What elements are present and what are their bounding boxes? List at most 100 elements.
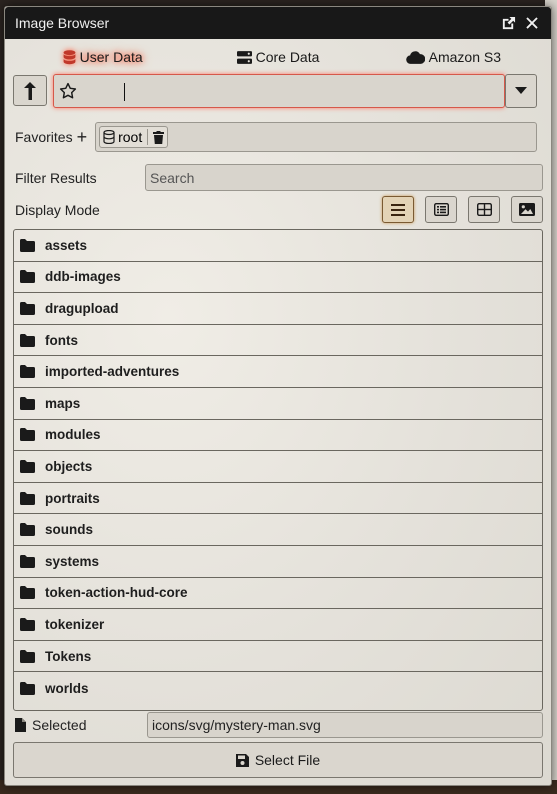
folder-icon	[20, 491, 36, 505]
window-titlebar[interactable]: Image Browser	[5, 7, 551, 39]
file-name: fonts	[45, 332, 78, 348]
folder-icon	[20, 396, 36, 410]
selected-label: Selected	[32, 717, 87, 733]
path-input[interactable]	[78, 76, 504, 106]
tab-core-data[interactable]: Core Data	[190, 49, 365, 65]
list-item[interactable]: systems	[14, 546, 542, 578]
folder-icon	[20, 270, 36, 284]
file-name: Tokens	[45, 648, 92, 664]
tiles-mode-button[interactable]	[468, 196, 500, 223]
file-name: ddb-images	[45, 269, 121, 285]
selected-file-input[interactable]	[147, 712, 543, 738]
path-field-wrapper	[53, 74, 505, 108]
list-item[interactable]: dragupload	[14, 293, 542, 325]
file-name: token-action-hud-core	[45, 585, 188, 601]
table-list-icon	[433, 203, 449, 216]
list-item[interactable]: tokenizer	[14, 609, 542, 641]
folder-icon	[20, 459, 36, 473]
display-mode-row: Display Mode	[15, 196, 543, 223]
file-icon	[15, 718, 26, 732]
cloud-icon	[405, 50, 425, 64]
folder-icon	[20, 586, 36, 600]
filter-row: Filter Results	[15, 164, 543, 191]
favorite-label: root	[118, 129, 143, 145]
folder-icon	[20, 365, 36, 379]
trash-icon[interactable]	[153, 130, 165, 144]
list-item[interactable]: Tokens	[14, 641, 542, 673]
database-icon	[63, 49, 76, 64]
file-list: assets ddb-images dragupload fonts imported-…	[13, 229, 543, 711]
images-mode-button[interactable]	[511, 196, 543, 223]
source-tabs: User Data Core Data Amazon S3	[5, 39, 551, 75]
folder-icon	[20, 681, 36, 695]
star-icon[interactable]	[58, 81, 78, 101]
filter-label: Filter Results	[15, 169, 97, 186]
list-item[interactable]: imported-adventures	[14, 356, 542, 388]
tab-label: Amazon S3	[428, 49, 501, 65]
select-file-label: Select File	[254, 752, 321, 768]
file-name: sounds	[45, 522, 94, 538]
select-file-button[interactable]: Select File	[13, 742, 543, 778]
popout-icon[interactable]	[497, 13, 519, 33]
tab-label: User Data	[79, 49, 143, 65]
search-input[interactable]	[145, 164, 543, 191]
database-icon	[103, 130, 115, 144]
folder-icon	[20, 649, 36, 663]
tab-user-data[interactable]: User Data	[15, 49, 190, 65]
favorite-item[interactable]: root	[99, 126, 169, 148]
folder-icon	[20, 523, 36, 537]
file-name: tokenizer	[45, 616, 105, 632]
folder-icon	[20, 333, 36, 347]
file-name: assets	[45, 237, 88, 253]
list-item[interactable]: maps	[14, 388, 542, 420]
grid-icon	[476, 203, 492, 216]
go-up-button[interactable]	[13, 75, 47, 106]
path-row	[13, 74, 537, 108]
text-cursor	[124, 83, 125, 101]
display-mode-label: Display Mode	[15, 201, 100, 218]
file-name: objects	[45, 458, 93, 474]
folder-icon	[20, 554, 36, 568]
file-name: portraits	[45, 490, 100, 506]
favorites-label: Favorites	[15, 129, 73, 145]
list-thumb-mode-button[interactable]	[425, 196, 457, 223]
folder-icon	[20, 428, 36, 442]
image-browser-window: Image Browser User Data Core Data Amazon…	[4, 6, 552, 786]
file-name: systems	[45, 553, 100, 569]
caret-down-icon	[515, 87, 527, 94]
list-item[interactable]: assets	[14, 230, 542, 262]
window-title: Image Browser	[15, 15, 110, 31]
bars-icon	[391, 203, 405, 216]
level-up-icon	[24, 81, 36, 100]
folder-icon	[20, 238, 36, 252]
display-mode-buttons	[382, 196, 543, 223]
selected-row: Selected	[15, 712, 543, 738]
selected-label-wrapper: Selected	[15, 717, 147, 733]
server-icon	[236, 50, 252, 64]
list-item[interactable]: fonts	[14, 325, 542, 357]
close-icon[interactable]	[521, 13, 543, 33]
image-icon	[519, 203, 535, 216]
favorites-row: Favorites + root	[15, 121, 537, 153]
list-item[interactable]: modules	[14, 420, 542, 452]
list-item[interactable]: token-action-hud-core	[14, 578, 542, 610]
path-dropdown-button[interactable]	[505, 74, 537, 108]
file-name: dragupload	[45, 300, 119, 316]
folder-icon	[20, 301, 36, 315]
list-item[interactable]: ddb-images	[14, 262, 542, 294]
list-item[interactable]: worlds	[14, 672, 542, 704]
tab-amazon-s3[interactable]: Amazon S3	[366, 49, 541, 65]
tab-label: Core Data	[255, 49, 320, 65]
file-name: maps	[45, 395, 81, 411]
add-favorite-icon[interactable]: +	[77, 128, 88, 146]
chip-divider	[147, 129, 149, 145]
file-name: imported-adventures	[45, 364, 180, 380]
file-name: modules	[45, 427, 101, 443]
list-item[interactable]: sounds	[14, 514, 542, 546]
folder-icon	[20, 617, 36, 631]
list-item[interactable]: portraits	[14, 483, 542, 515]
favorites-list: root	[95, 122, 537, 152]
file-name: worlds	[45, 680, 89, 696]
list-item[interactable]: objects	[14, 451, 542, 483]
list-mode-button[interactable]	[382, 196, 414, 223]
